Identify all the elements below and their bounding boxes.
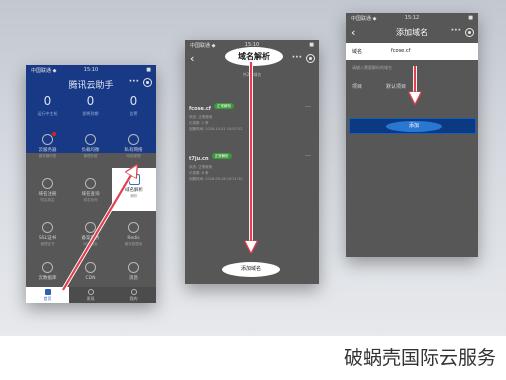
tab-discover[interactable]: 发现 <box>69 287 112 303</box>
grid-label: 云数据库 <box>38 276 57 281</box>
domain-card[interactable]: fcose.cf正常解析 状态: 正常使用 记录数: 2 条 到期时间: 201… <box>189 95 309 132</box>
grid-item-clb[interactable]: 负载均衡 管理负载 <box>69 128 112 168</box>
search-icon <box>85 178 96 189</box>
stat-running[interactable]: 0 运行中主机 <box>26 95 69 117</box>
grid-sublabel: 域名查询 <box>83 198 98 202</box>
grid-label: CDN <box>85 276 96 281</box>
domain-field[interactable]: 域名 fcose.cf <box>346 43 478 60</box>
grid-item-cdb[interactable]: 云数据库 <box>26 256 69 286</box>
status-bar: 中国联通 ◆ 15:10 ■ <box>26 65 156 75</box>
tab-home[interactable]: 首页 <box>26 287 69 303</box>
grid-item-domain-query[interactable]: 域名查询 域名查询 <box>69 172 112 212</box>
more-icon[interactable]: ··· <box>129 77 139 87</box>
phone-screen-home: 中国联通 ◆ 15:10 ■ 腾讯云助手 ··· 0 运行中主机 0 即将到期 … <box>26 65 156 303</box>
grid-item-vpc[interactable]: 私有网络 网络管理 <box>112 128 155 168</box>
grid-item-cvm[interactable]: 云服务器 服务器列表 <box>26 128 69 168</box>
domain-icon <box>42 178 53 189</box>
close-target-icon[interactable] <box>465 28 474 37</box>
stat-value: 0 <box>86 94 95 108</box>
grid-item-domain-reg[interactable]: 域名注册 购买域名 <box>26 172 69 212</box>
battery-icon: ■ <box>468 15 473 21</box>
clock-label: 15:10 <box>83 67 99 73</box>
grid-item-cdn[interactable]: CDN <box>69 256 112 286</box>
back-icon[interactable]: ‹ <box>190 53 194 64</box>
page-title: 域名解析 <box>225 47 283 66</box>
balance-icon <box>85 134 96 145</box>
grid-item-icp[interactable]: 备案服务 网站备案 <box>69 216 112 256</box>
certificate-icon <box>42 222 53 233</box>
document-icon <box>85 222 96 233</box>
user-icon <box>130 289 137 295</box>
domain-name: fcose.cf <box>189 106 211 112</box>
grid-sublabel: 服务器列表 <box>38 154 57 158</box>
grid-sublabel: 缓存数据库 <box>124 242 143 246</box>
submit-button[interactable]: 添加 <box>386 121 442 132</box>
project-field[interactable]: 项目 默认项目 <box>346 78 478 95</box>
more-icon[interactable]: ··· <box>292 53 302 63</box>
grid-sublabel: 管理证书 <box>40 242 55 246</box>
status-bar: 中国联通 ◆ 15:12 ■ <box>346 13 478 23</box>
cdn-icon <box>85 262 96 273</box>
stat-label: 运行中主机 <box>37 111 58 116</box>
submit-bar: 添加 <box>349 118 476 134</box>
grid-item-ssl[interactable]: SSL证书 管理证书 <box>26 216 69 256</box>
status-badge: 正常解析 <box>213 102 234 109</box>
more-icon[interactable]: ··· <box>451 26 461 36</box>
stat-alarm[interactable]: 0 告警 <box>112 95 155 117</box>
domain-detail: 到期时间: 2018-09-28 10:21:30 <box>189 177 243 181</box>
stat-value: 0 <box>43 94 52 108</box>
domain-count: 共2个域名 <box>242 72 262 77</box>
project-select[interactable]: 默认项目 <box>386 83 406 90</box>
field-label: 项目 <box>352 84 363 90</box>
grid-item-redis[interactable]: Redis 缓存数据库 <box>112 216 155 256</box>
battery-icon: ■ <box>146 67 151 73</box>
tab-label: 我的 <box>129 296 138 301</box>
grid-item-message[interactable]: 消息 <box>112 256 155 286</box>
grid-sublabel: 购买域名 <box>40 198 55 202</box>
stat-label: 即将到期 <box>82 111 99 116</box>
notification-dot <box>52 132 56 136</box>
hint-text: 请输入需要解析的域名 <box>352 65 392 70</box>
grid-sublabel: 管理负载 <box>83 154 98 158</box>
phone-screen-dns-list: 中国联通 ◆ 15:10 ■ ‹ 域名解析 ··· 共2个域名 fcose.cf… <box>185 40 319 284</box>
stat-value: 0 <box>129 94 138 108</box>
compass-icon <box>87 289 94 295</box>
database-icon <box>42 262 53 273</box>
close-target-icon[interactable] <box>143 78 152 87</box>
battery-icon: ■ <box>309 42 314 48</box>
watermark-text: 破蜗壳国际云服务 <box>343 347 496 369</box>
clock-label: 15:12 <box>404 15 420 21</box>
grid-label: 消息 <box>129 276 138 281</box>
grid-sublabel: 解析 <box>130 194 138 198</box>
network-icon <box>128 134 139 145</box>
tab-me[interactable]: 我的 <box>112 287 155 303</box>
add-domain-button[interactable]: 添加域名 <box>222 262 280 277</box>
domain-more-icon[interactable]: ··· <box>305 153 311 160</box>
database-icon <box>128 222 139 233</box>
grid-sublabel: 网络管理 <box>126 154 141 158</box>
domain-name: t7ju.cn <box>189 156 209 162</box>
field-label: 域名 <box>352 49 363 55</box>
message-icon <box>128 262 139 273</box>
stat-label: 告警 <box>129 111 138 116</box>
server-icon <box>42 134 53 145</box>
grid-item-dns[interactable]: 域名解析 解析 <box>112 168 156 211</box>
domain-card[interactable]: t7ju.cn正常解析 状态: 正常使用 记录数: 8 条 到期时间: 2018… <box>189 145 309 182</box>
home-icon <box>44 289 51 295</box>
tab-label: 首页 <box>43 296 52 301</box>
dns-icon <box>128 174 140 185</box>
domain-input[interactable]: fcose.cf <box>391 48 410 54</box>
stat-expiring[interactable]: 0 即将到期 <box>69 95 112 117</box>
phone-screen-add-domain: 中国联通 ◆ 15:12 ■ ‹ 添加域名 ··· 域名 fcose.cf 请输… <box>346 13 478 257</box>
status-badge: 正常解析 <box>211 152 232 159</box>
domain-more-icon[interactable]: ··· <box>305 104 311 111</box>
grid-sublabel: 网站备案 <box>83 242 98 246</box>
domain-detail: 到期时间: 2018-10-01 10:07:22 <box>189 127 243 131</box>
tab-label: 发现 <box>86 296 95 301</box>
close-target-icon[interactable] <box>306 54 315 63</box>
tab-bar: 首页 发现 我的 <box>26 287 156 303</box>
